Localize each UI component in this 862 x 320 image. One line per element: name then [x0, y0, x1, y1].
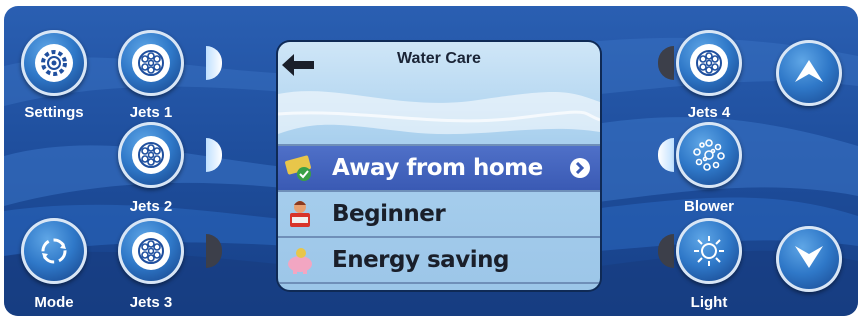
jets-2-label: Jets 2 — [129, 198, 173, 215]
menu-item-away-from-home[interactable]: Away from home — [278, 146, 600, 190]
cycle-arrows-icon — [35, 232, 73, 270]
menu-item-beginner[interactable]: Beginner — [278, 192, 600, 236]
menu-item-label: Away from home — [332, 155, 543, 181]
blower-button[interactable] — [676, 122, 742, 188]
settings-button[interactable] — [21, 30, 87, 96]
jets-icon — [132, 136, 170, 174]
menu-item-energy-saving[interactable]: Energy saving — [278, 238, 600, 282]
menu-item-label: Energy saving — [332, 247, 509, 273]
jets-3-label: Jets 3 — [129, 294, 173, 311]
sun-icon — [690, 232, 728, 270]
jets-icon — [132, 44, 170, 82]
divider — [278, 282, 600, 284]
spa-control-panel: Settings Jets 1 Jets 2 Mode Jets 3 Water… — [4, 6, 858, 316]
down-button[interactable] — [776, 226, 842, 292]
jets-3-button[interactable] — [118, 218, 184, 284]
jets-1-label: Jets 1 — [129, 104, 173, 121]
menu-item-label: Beginner — [332, 201, 446, 227]
person-reading-icon — [284, 198, 316, 230]
ticket-icon — [284, 152, 316, 184]
bubbles-icon — [690, 136, 728, 174]
light-button[interactable] — [676, 218, 742, 284]
jets-icon — [132, 232, 170, 270]
mode-button[interactable] — [21, 218, 87, 284]
display-screen: Water Care Away from home Beginner Energ… — [278, 42, 600, 290]
jets-2-button[interactable] — [118, 122, 184, 188]
light-label: Light — [690, 294, 728, 311]
jets-icon — [690, 44, 728, 82]
jets-4-button[interactable] — [676, 30, 742, 96]
jets-4-label: Jets 4 — [687, 104, 731, 121]
mode-label: Mode — [34, 294, 74, 311]
up-arrow-icon — [793, 58, 825, 89]
gear-icon — [35, 44, 73, 82]
screen-title: Water Care — [397, 50, 481, 67]
jets-1-button[interactable] — [118, 30, 184, 96]
piggy-bank-icon — [284, 244, 316, 276]
blower-label: Blower — [683, 198, 734, 215]
settings-label: Settings — [24, 104, 84, 121]
down-arrow-icon — [793, 244, 825, 275]
up-button[interactable] — [776, 40, 842, 106]
chevron-right-icon — [570, 158, 590, 178]
